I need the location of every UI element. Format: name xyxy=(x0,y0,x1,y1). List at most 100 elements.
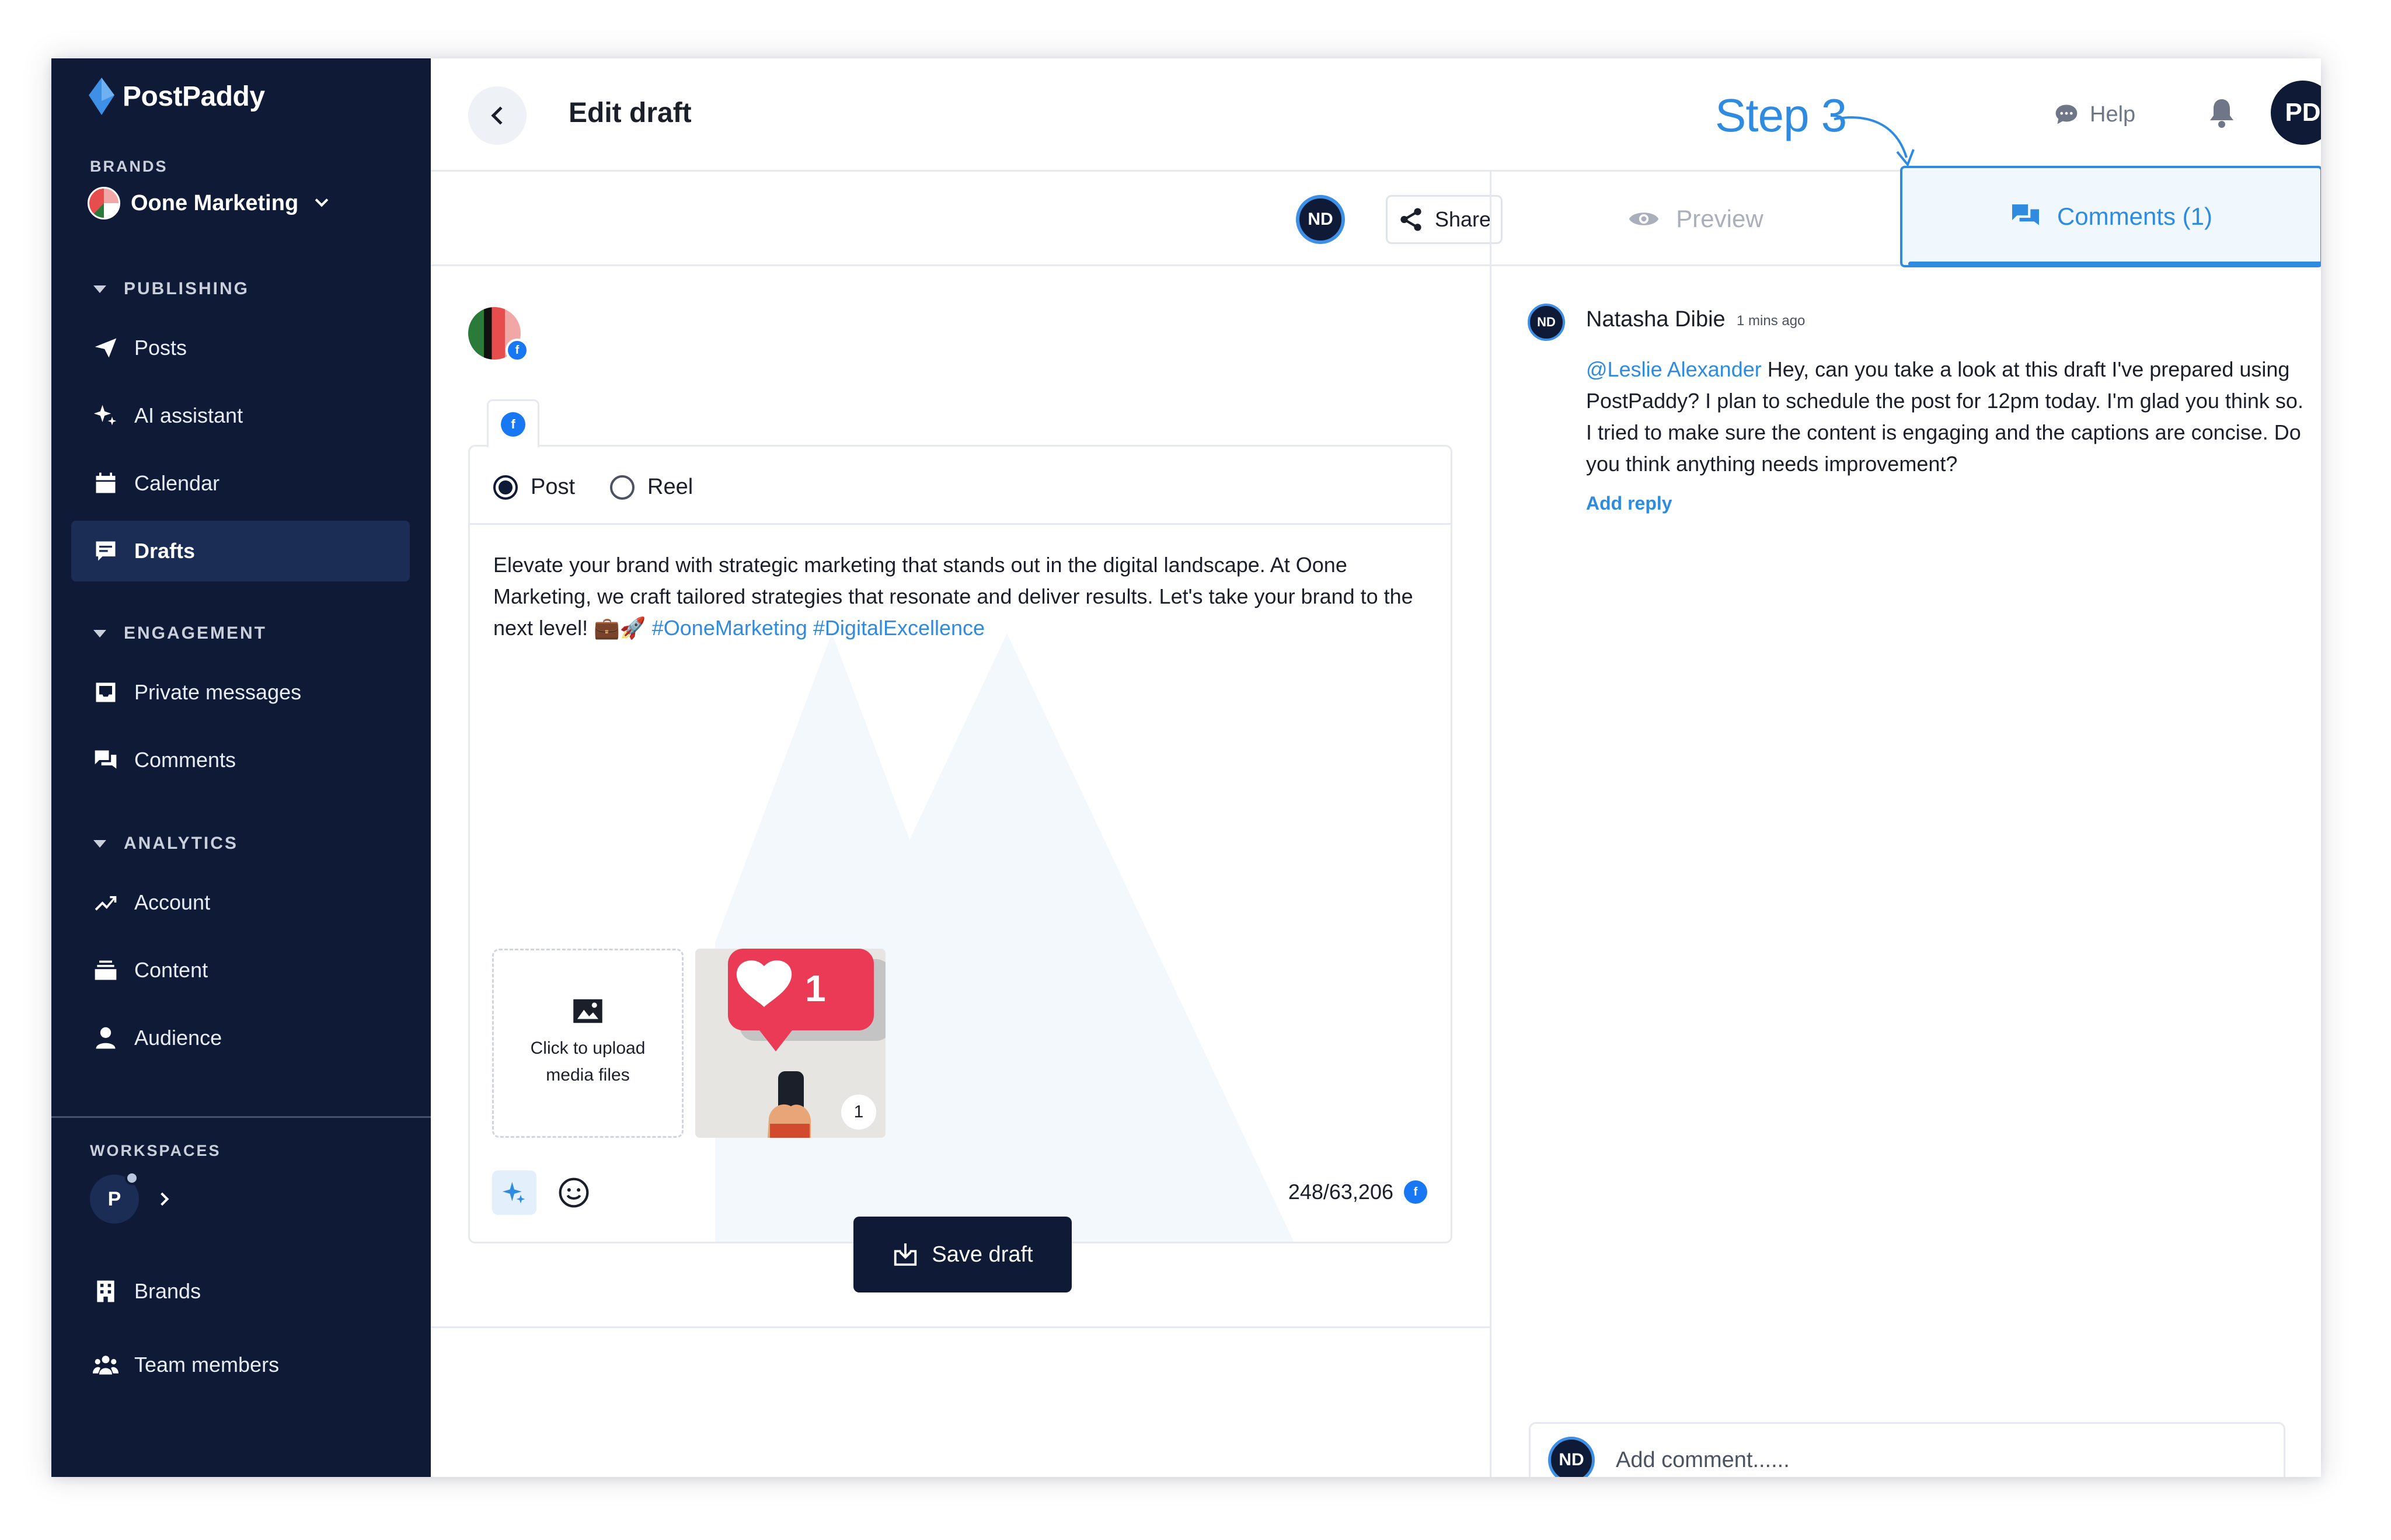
save-download-icon xyxy=(894,1243,917,1266)
sidebar-item-account[interactable]: Account xyxy=(71,872,410,933)
facebook-badge-icon: f xyxy=(506,339,529,362)
user-avatar[interactable]: PD xyxy=(2271,81,2321,145)
caret-down-icon xyxy=(93,629,106,637)
sparkle-icon xyxy=(502,1182,525,1204)
sidebar-item-calendar[interactable]: Calendar xyxy=(71,453,410,514)
media-thumbnail[interactable]: 1 1 xyxy=(695,949,886,1138)
share-button[interactable]: Share xyxy=(1386,195,1503,244)
post-hashtags: #OoneMarketing #DigitalExcellence xyxy=(651,616,985,640)
upload-line-2: media files xyxy=(546,1065,630,1085)
post-type-post-radio[interactable]: Post xyxy=(493,475,575,500)
help-label: Help xyxy=(2090,102,2136,127)
sidebar-divider xyxy=(51,1116,431,1118)
trend-icon xyxy=(92,889,119,916)
editor-pane: f f Post Reel Elevate your brand with st… xyxy=(431,266,1490,1328)
brand-selector[interactable]: Oone Marketing xyxy=(88,187,329,219)
tab-preview[interactable]: Preview xyxy=(1491,172,1900,266)
comment-mention[interactable]: @Leslie Alexander xyxy=(1586,357,1762,381)
upload-line-1: Click to upload xyxy=(530,1039,646,1058)
publishing-label: PUBLISHING xyxy=(124,279,250,298)
sidebar-item-posts[interactable]: Posts xyxy=(71,318,410,378)
bell-icon xyxy=(2210,99,2233,128)
radio-checked-icon xyxy=(493,475,518,500)
sidebar-item-label: Private messages xyxy=(134,680,302,704)
side-panel-tabs: Preview Comments (1) xyxy=(1490,166,2321,267)
watermark-logo-icon xyxy=(715,633,1294,1242)
sidebar-item-drafts[interactable]: Drafts xyxy=(71,521,410,581)
editor-toolbar: ND Share xyxy=(431,172,1503,266)
stack-icon xyxy=(92,957,119,984)
back-button[interactable] xyxy=(468,86,527,145)
analytics-section-toggle[interactable]: ANALYTICS xyxy=(93,834,238,853)
brands-label: BRANDS xyxy=(90,158,168,175)
chevron-left-icon xyxy=(491,106,510,125)
publishing-section-toggle[interactable]: PUBLISHING xyxy=(93,279,249,299)
sidebar-item-private-messages[interactable]: Private messages xyxy=(71,662,410,723)
add-comment-field[interactable]: ND Add comment...... xyxy=(1529,1422,2285,1477)
sidebar: PostPaddy BRANDS Oone Marketing PUBLISHI… xyxy=(51,58,431,1477)
tab-preview-label: Preview xyxy=(1676,205,1763,232)
facebook-icon: f xyxy=(1404,1180,1427,1204)
paper-plane-icon xyxy=(92,335,119,361)
engagement-section-toggle[interactable]: ENGAGEMENT xyxy=(93,623,267,643)
share-label: Share xyxy=(1434,207,1491,231)
eye-icon xyxy=(1629,212,1659,225)
comments-icon xyxy=(2012,204,2039,225)
sidebar-item-label: Audience xyxy=(134,1026,222,1050)
comment-input-placeholder: Add comment...... xyxy=(1616,1447,1790,1472)
workspace-status-dot xyxy=(125,1171,139,1185)
sparkle-icon xyxy=(92,402,119,429)
upload-text: Click to upload media files xyxy=(531,1035,646,1089)
upload-media-button[interactable]: Click to upload media files xyxy=(492,949,684,1138)
sidebar-item-label: Drafts xyxy=(134,539,196,563)
editor-footer-divider xyxy=(431,1326,1490,1328)
save-draft-label: Save draft xyxy=(932,1242,1033,1267)
sidebar-item-comments[interactable]: Comments xyxy=(71,730,410,790)
sidebar-item-audience[interactable]: Audience xyxy=(71,1008,410,1068)
app-name: PostPaddy xyxy=(123,81,265,112)
emoji-button[interactable] xyxy=(554,1173,594,1213)
save-draft-button[interactable]: Save draft xyxy=(853,1217,1072,1292)
active-tab-indicator xyxy=(1908,262,2321,266)
notifications-button[interactable] xyxy=(2208,97,2236,133)
comment-author: Natasha Dibie xyxy=(1586,307,1726,332)
chevron-right-icon[interactable] xyxy=(155,1192,169,1206)
sidebar-item-label: Team members xyxy=(134,1353,280,1377)
caret-down-icon xyxy=(93,839,106,848)
sidebar-item-label: Posts xyxy=(134,336,187,360)
radio-label: Post xyxy=(531,475,576,499)
chevron-down-icon xyxy=(315,193,329,207)
sidebar-item-label: Account xyxy=(134,890,211,914)
caret-down-icon xyxy=(93,285,106,293)
sidebar-item-content[interactable]: Content xyxy=(71,940,410,1001)
sidebar-item-brands[interactable]: Brands xyxy=(71,1261,410,1322)
add-reply-link[interactable]: Add reply xyxy=(1586,493,1672,514)
ai-assistant-button[interactable] xyxy=(492,1170,536,1215)
step-annotation: Step 3 xyxy=(1715,89,1847,141)
building-icon xyxy=(92,1278,119,1305)
help-button[interactable]: Help xyxy=(2054,102,2135,127)
drafts-icon xyxy=(92,538,119,565)
network-tab-facebook[interactable]: f xyxy=(487,399,539,447)
tab-comments[interactable]: Comments (1) xyxy=(1900,166,2321,267)
chat-bubble-icon xyxy=(2055,104,2078,124)
brand-avatar xyxy=(88,187,120,219)
comments-panel: ND Natasha Dibie 1 mins ago @Leslie Alex… xyxy=(1490,266,2321,1477)
sidebar-item-label: Brands xyxy=(134,1279,201,1303)
workspaces-label: WORKSPACES xyxy=(90,1142,221,1159)
sidebar-item-ai-assistant[interactable]: AI assistant xyxy=(71,385,410,446)
post-type-reel-radio[interactable]: Reel xyxy=(610,475,693,500)
comment-body: @Leslie Alexander Hey, can you take a lo… xyxy=(1586,354,2310,480)
image-icon xyxy=(573,999,602,1023)
top-header: Edit draft Step 3 Help PD xyxy=(431,58,2321,172)
smiley-icon xyxy=(559,1177,589,1208)
comments-icon xyxy=(92,747,119,774)
postpaddy-logo-icon xyxy=(89,78,114,115)
post-text-editor[interactable]: Elevate your brand with strategic market… xyxy=(493,549,1427,644)
comment-author-avatar: ND xyxy=(1528,304,1565,341)
radio-unchecked-icon xyxy=(610,475,635,500)
collaborator-avatar[interactable]: ND xyxy=(1296,195,1345,244)
sidebar-item-team-members[interactable]: Team members xyxy=(71,1335,410,1395)
logo[interactable]: PostPaddy xyxy=(89,76,265,117)
share-icon xyxy=(1400,208,1421,231)
